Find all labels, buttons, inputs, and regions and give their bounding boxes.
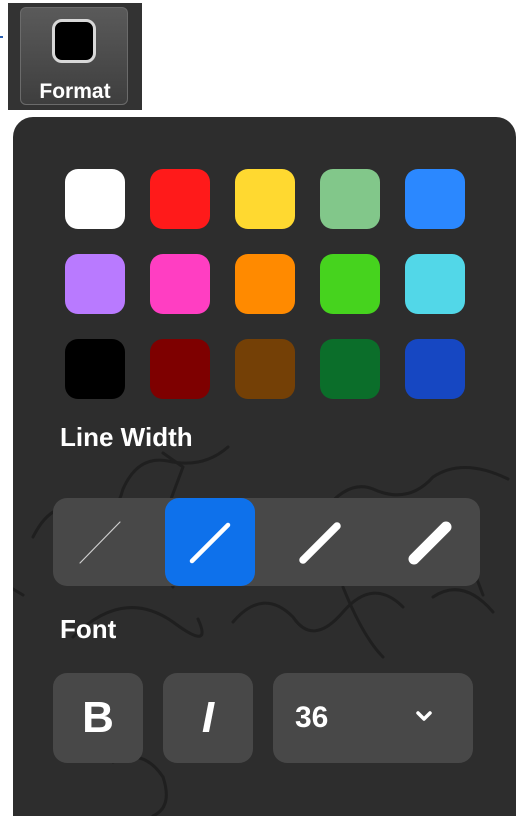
color-swatch[interactable] bbox=[320, 169, 380, 229]
font-size-dropdown[interactable]: 36 bbox=[273, 673, 473, 763]
format-button-label: Format bbox=[39, 80, 111, 103]
color-swatch[interactable] bbox=[405, 254, 465, 314]
color-swatch[interactable] bbox=[150, 339, 210, 399]
font-size-value: 36 bbox=[295, 701, 329, 734]
line-width-thin-icon bbox=[189, 522, 231, 564]
color-swatch[interactable] bbox=[65, 339, 125, 399]
color-swatch[interactable] bbox=[405, 339, 465, 399]
line-width-title: Line Width bbox=[60, 422, 193, 452]
line-width-medium-icon bbox=[299, 522, 341, 564]
color-swatch[interactable] bbox=[235, 169, 295, 229]
color-swatch[interactable] bbox=[405, 169, 465, 229]
line-width-thick[interactable] bbox=[385, 498, 475, 586]
canvas-edge-mark bbox=[0, 36, 3, 38]
chevron-down-icon bbox=[416, 711, 432, 721]
format-button-face[interactable]: Format bbox=[20, 7, 128, 105]
color-swatch[interactable] bbox=[65, 169, 125, 229]
line-width-hairline-icon bbox=[79, 521, 121, 564]
format-panel: Line Width Font B I 36 bbox=[13, 117, 516, 816]
color-swatch[interactable] bbox=[150, 169, 210, 229]
italic-button[interactable]: I bbox=[163, 673, 253, 763]
font-title: Font bbox=[60, 614, 117, 644]
line-width-thick-icon bbox=[408, 521, 452, 565]
line-width-hairline[interactable] bbox=[55, 498, 145, 586]
bold-button[interactable]: B bbox=[53, 673, 143, 763]
color-swatch[interactable] bbox=[150, 254, 210, 314]
color-swatch[interactable] bbox=[320, 254, 380, 314]
color-swatch[interactable] bbox=[320, 339, 380, 399]
screen: Format Line Width Font B I 36 bbox=[0, 0, 516, 816]
color-swatch[interactable] bbox=[235, 254, 295, 314]
format-button[interactable]: Format bbox=[8, 3, 142, 110]
color-swatch[interactable] bbox=[65, 254, 125, 314]
color-swatch[interactable] bbox=[235, 339, 295, 399]
line-width-thin[interactable] bbox=[165, 498, 255, 586]
line-width-selector bbox=[53, 498, 480, 586]
line-width-medium[interactable] bbox=[275, 498, 365, 586]
color-swatch-icon bbox=[52, 19, 96, 63]
